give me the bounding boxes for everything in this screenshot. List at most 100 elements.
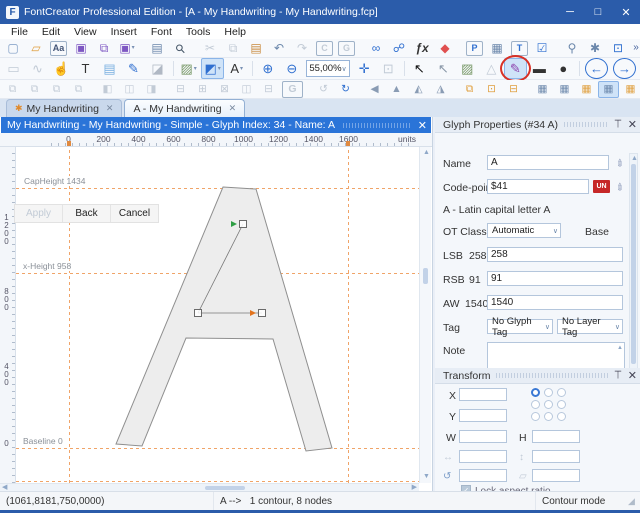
resize-grip[interactable]: ◢ [628,496,640,507]
advance-width-marker[interactable] [346,141,350,146]
print[interactable]: ▤ [146,39,168,58]
glyph-properties-header[interactable]: Glyph Properties (#34 A) ⊤ ✕ [435,117,640,133]
close-icon[interactable]: ✕ [628,118,637,131]
anchor-center-radio[interactable] [544,400,553,409]
bool-union[interactable]: ⧉ [459,81,480,98]
mirror-left[interactable]: ◭ [408,81,429,98]
minimize-icon[interactable]: ─ [556,0,584,24]
align-center[interactable]: ◫ [119,81,140,98]
order-backward[interactable]: ⧉ [68,81,89,98]
scroll-up-icon[interactable]: ▲ [631,155,638,163]
glyph-tag-select[interactable]: No Glyph Tag ∨ [487,319,553,334]
pin-icon[interactable]: ⊤ [614,118,622,131]
aw-field[interactable] [487,295,623,310]
fill-tool[interactable]: ◪ [146,58,169,79]
toolbar1-overflow[interactable]: » [630,39,640,58]
select-freeform-tool[interactable]: ∿ [26,58,49,79]
menu-item[interactable]: Tools [179,26,218,38]
zoom-fit[interactable]: ✛ [353,58,376,79]
open-font[interactable]: ▱ [25,39,47,58]
x-field[interactable] [459,388,507,401]
skew-field[interactable] [532,469,580,482]
compare-fonts[interactable]: ⚲ [561,39,583,58]
match-height[interactable]: ⊞ [192,81,213,98]
undo[interactable]: ↶ [268,39,290,58]
glyph-transformer-fx[interactable]: ƒx [411,39,433,58]
apply-button[interactable]: Apply [15,205,63,222]
zoom-out[interactable]: ⊖ [280,58,303,79]
select-rectangle-tool[interactable]: ▭ [2,58,25,79]
mirror-right[interactable]: ◮ [430,81,451,98]
scroll-thumb[interactable] [631,164,636,364]
zoom-rectangle[interactable]: ⊡ [377,58,400,79]
glyph-overview[interactable]: ▦ [486,39,508,58]
close-icon[interactable]: ✕ [628,369,637,382]
ot-class-select[interactable]: Automatic ∨ [487,223,561,238]
rotate-90[interactable]: ↻ [335,81,356,98]
grid-fit-lock-2[interactable]: ▦ [620,81,640,98]
match-width[interactable]: ⊟ [170,81,191,98]
anchor-bottom-center-radio[interactable] [544,412,553,421]
draw-rectangle-tool[interactable]: ▬ [528,58,551,79]
layer-tag-select[interactable]: No Layer Tag ∨ [557,319,623,334]
paste-special-c[interactable]: C [316,41,333,56]
menu-item[interactable]: File [4,26,35,38]
rsb-field[interactable] [487,271,623,286]
text-tool[interactable]: T [74,58,97,79]
tab-glyph-edit[interactable]: A - My Handwriting ✕ [124,99,245,117]
preview-label-mode[interactable]: A [225,58,248,79]
menu-item[interactable]: View [67,26,104,38]
canvas-vertical-scrollbar[interactable]: ▲ ▼ [419,147,431,483]
canvas-horizontal-scrollbar[interactable]: ◀ ▶ [0,483,419,491]
new-font[interactable]: ▢ [2,39,24,58]
cut[interactable]: ✂ [199,39,221,58]
node-handle[interactable] [259,310,266,317]
flip-horizontal[interactable]: ◀ [364,81,385,98]
match-size[interactable]: ⊠ [214,81,235,98]
validate-font[interactable]: ☑ [531,39,553,58]
height-scale-field[interactable] [532,450,580,463]
scroll-up-icon[interactable]: ▲ [617,344,623,352]
menu-item[interactable]: Edit [35,26,67,38]
tab-close-icon[interactable]: ✕ [106,103,114,114]
tab-close-icon[interactable]: ✕ [229,103,237,114]
test-font[interactable]: ⊡ [607,39,629,58]
save-as[interactable]: ▣ [116,39,138,58]
grid-fit-1[interactable]: ▦ [532,81,553,98]
w-field[interactable] [459,430,507,443]
anchor-top-right-radio[interactable] [557,388,566,397]
zoom-in[interactable]: ⊕ [256,58,279,79]
font-overview[interactable]: Aa [50,41,67,56]
save-all[interactable]: ⧉ [93,39,115,58]
maximize-icon[interactable]: □ [584,0,612,24]
lsb-field[interactable] [487,247,623,262]
distribute-vertical[interactable]: ⊟ [258,81,279,98]
measure-tool[interactable]: ▤ [98,58,121,79]
tab-font-overview[interactable]: ✱ My Handwriting ✕ [6,99,122,117]
highlight-tool[interactable]: ◆ [434,39,456,58]
copy[interactable]: ⧉ [222,39,244,58]
autonaming[interactable]: T [511,41,528,56]
scroll-down-icon[interactable]: ▼ [423,473,430,481]
node-handle[interactable] [195,310,202,317]
transform-header[interactable]: Transform ⊤ ✕ [435,368,640,384]
anchor-top-center-radio[interactable] [544,388,553,397]
zoom-level-combobox[interactable]: 55,00% ∨ [306,60,349,77]
h-field[interactable] [532,430,580,443]
align-right[interactable]: ◨ [141,81,162,98]
anchor-bottom-left-radio[interactable] [531,412,540,421]
background-image-menu[interactable]: ▨ [177,58,200,79]
draw-pencil-tool[interactable]: ✎ [122,58,145,79]
pin-icon[interactable]: ⊤ [614,369,622,382]
scroll-thumb[interactable] [423,268,428,284]
align-left[interactable]: ◧ [97,81,118,98]
distribute-horizontal[interactable]: ◫ [236,81,257,98]
order-forward[interactable]: ⧉ [46,81,67,98]
rotate-tool[interactable]: ↺ [313,81,334,98]
codepoints-field[interactable] [487,179,589,194]
paste[interactable]: ▤ [245,39,267,58]
order-bring-front[interactable]: ⧉ [2,81,23,98]
menu-item[interactable]: Font [144,26,179,38]
close-icon[interactable]: ✕ [612,0,640,24]
insert-image[interactable]: ▨ [456,58,479,79]
